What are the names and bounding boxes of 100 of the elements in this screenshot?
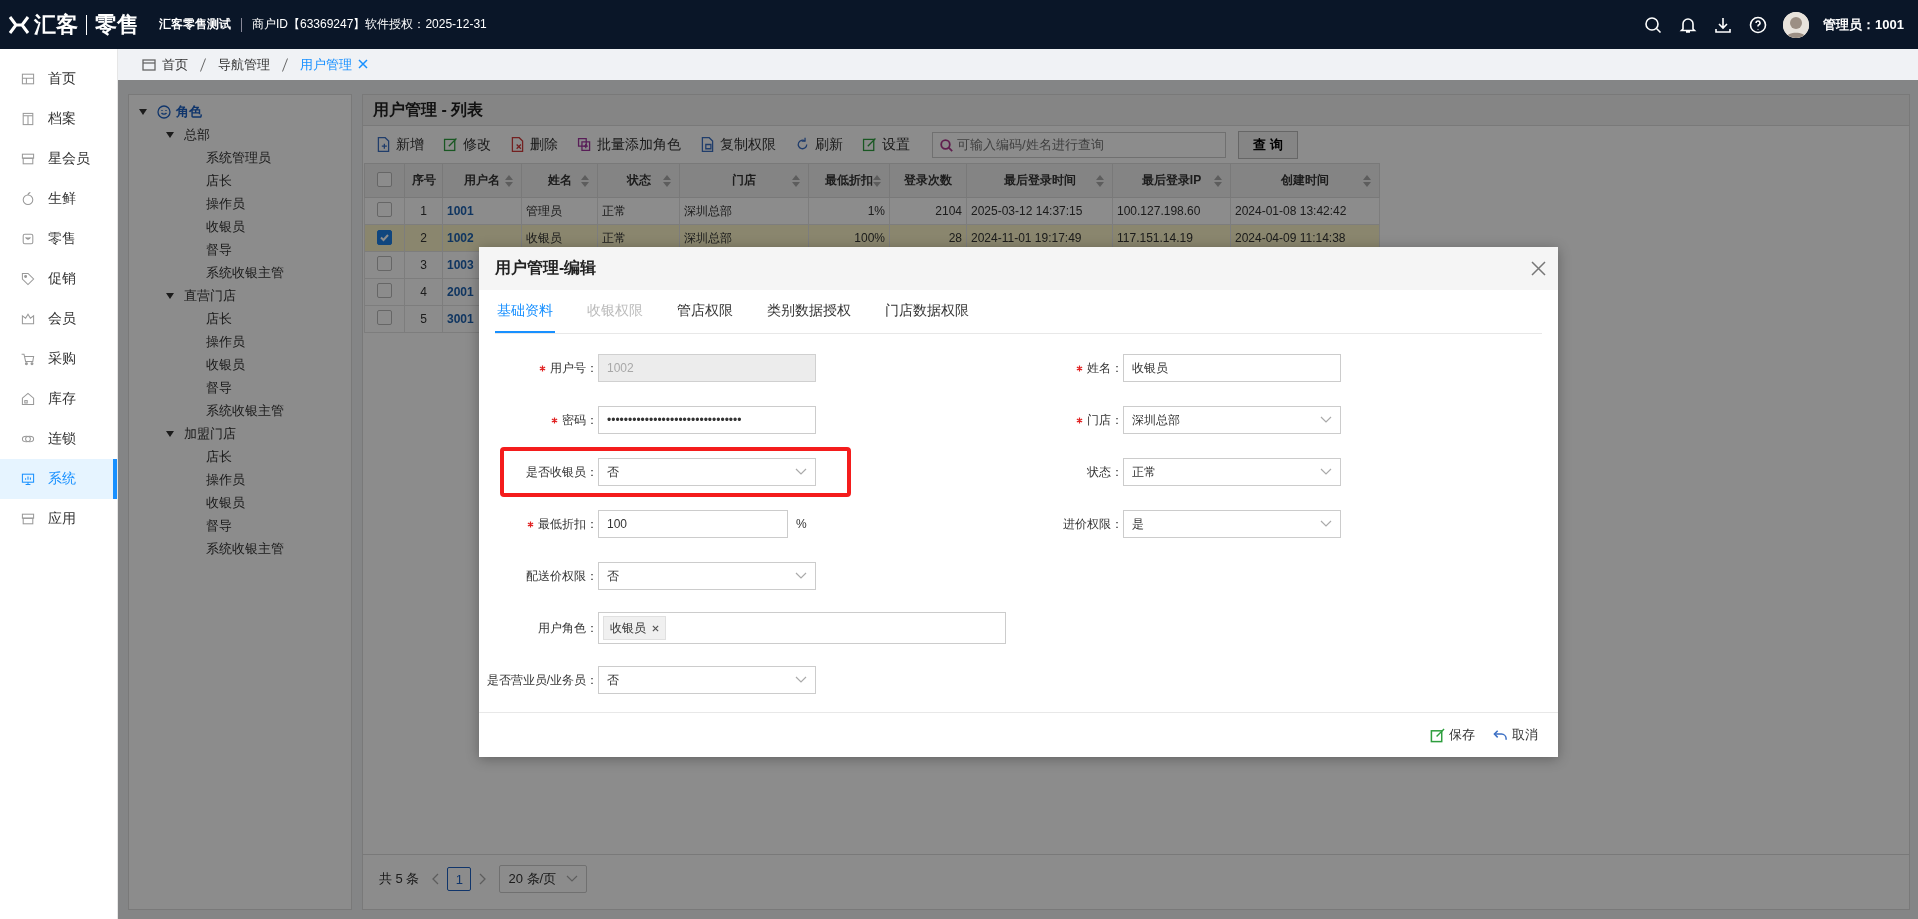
sort-icon[interactable] <box>505 175 513 187</box>
column-header[interactable]: 最后登录时间 <box>1003 173 1076 187</box>
sidebar-item[interactable]: 库存 <box>0 379 117 419</box>
user-link[interactable]: 3001 <box>447 312 474 326</box>
column-header[interactable]: 状态 <box>626 173 651 187</box>
tree-item[interactable]: 督导 <box>206 378 232 397</box>
tree-item[interactable]: 店长 <box>206 309 232 328</box>
sort-icon[interactable] <box>1096 175 1104 187</box>
user-link[interactable]: 1001 <box>447 204 474 218</box>
tree-item[interactable]: 系统管理员 <box>206 148 271 167</box>
avatar-icon[interactable] <box>1783 11 1810 38</box>
checkbox[interactable] <box>377 310 392 325</box>
search-field[interactable]: 可输入编码/姓名进行查询 <box>932 131 1226 158</box>
sort-icon[interactable] <box>792 175 800 187</box>
sidebar-item[interactable]: 会员 <box>0 299 117 339</box>
toolbar-button[interactable]: 删除 <box>509 135 558 154</box>
checkbox[interactable] <box>377 230 392 245</box>
caret-icon[interactable] <box>166 131 174 138</box>
column-header[interactable]: 门店 <box>732 173 756 187</box>
checkbox[interactable] <box>377 283 392 298</box>
sidebar-item[interactable]: 零售 <box>0 219 117 259</box>
tree-item[interactable]: 系统收银主管 <box>206 263 284 282</box>
close-icon[interactable] <box>652 624 659 632</box>
sidebar-item[interactable]: 档案 <box>0 99 117 139</box>
tag-select-field[interactable]: 收银员 <box>598 612 1006 644</box>
sidebar-item[interactable]: 系统 <box>0 459 117 499</box>
select-field[interactable]: 是 <box>1123 510 1341 538</box>
close-icon[interactable] <box>358 58 368 69</box>
caret-icon[interactable] <box>139 108 147 115</box>
tree-item[interactable]: 店长 <box>206 171 232 190</box>
sort-icon[interactable] <box>1214 175 1222 187</box>
bell-icon[interactable] <box>1679 15 1698 34</box>
tree-item[interactable]: 收银员 <box>206 355 245 374</box>
toolbar-button[interactable]: 刷新 <box>794 135 843 154</box>
sidebar-item[interactable]: 应用 <box>0 499 117 539</box>
tab[interactable]: 基础资料 <box>495 290 555 333</box>
caret-icon[interactable] <box>166 292 174 299</box>
breadcrumb-link[interactable]: 首页 <box>162 55 188 74</box>
sort-icon[interactable] <box>581 175 589 187</box>
checkbox[interactable] <box>377 171 392 187</box>
tree-item[interactable]: 系统收银主管 <box>206 401 284 420</box>
sidebar-item[interactable]: 促销 <box>0 259 117 299</box>
tab[interactable]: 门店数据权限 <box>883 290 971 333</box>
tree-item[interactable]: 店长 <box>206 447 232 466</box>
select-field[interactable]: 否 <box>598 458 816 486</box>
tree-item[interactable]: 督导 <box>206 516 232 535</box>
toolbar-button[interactable]: 修改 <box>442 135 491 154</box>
tree-item[interactable]: 收银员 <box>206 493 245 512</box>
chevron-right-icon[interactable] <box>479 873 488 885</box>
breadcrumb-link[interactable]: 用户管理 <box>300 55 368 74</box>
column-header[interactable]: 姓名 <box>547 173 572 187</box>
download-icon[interactable] <box>1714 15 1733 34</box>
tree-item[interactable]: 收银员 <box>206 217 245 236</box>
toolbar-button[interactable]: 新增 <box>375 135 424 154</box>
user-link[interactable]: 1002 <box>447 231 474 245</box>
help-icon[interactable] <box>1749 15 1768 34</box>
sidebar-item[interactable]: 首页 <box>0 59 117 99</box>
toolbar-button[interactable]: 复制权限 <box>699 135 776 154</box>
user-name[interactable]: 管理员：1001 <box>1823 15 1904 34</box>
chevron-left-icon[interactable] <box>431 873 440 885</box>
checkbox[interactable] <box>377 202 392 217</box>
checkbox[interactable] <box>377 256 392 271</box>
query-button[interactable]: 查 询 <box>1238 130 1298 159</box>
save-button[interactable]: 保存 <box>1430 726 1475 744</box>
user-link[interactable]: 1003 <box>447 258 474 272</box>
page-number[interactable]: 1 <box>447 867 472 891</box>
tab[interactable]: 类别数据授权 <box>765 290 853 333</box>
caret-icon[interactable] <box>166 430 174 437</box>
cancel-button[interactable]: 取消 <box>1493 726 1538 744</box>
user-link[interactable]: 2001 <box>447 285 474 299</box>
tree-item[interactable]: 督导 <box>206 240 232 259</box>
tab[interactable]: 管店权限 <box>675 290 735 333</box>
tree-item[interactable]: 操作员 <box>206 194 245 213</box>
text-field[interactable]: •••••••••••••••••••••••••••••••• <box>598 406 816 434</box>
page-size-select[interactable]: 20 条/页 <box>499 865 588 893</box>
text-field[interactable]: 收银员 <box>1123 354 1341 382</box>
sort-icon[interactable] <box>663 175 671 187</box>
sidebar-item[interactable]: 星会员 <box>0 139 117 179</box>
close-icon[interactable] <box>1531 261 1546 276</box>
toolbar-button[interactable]: 设置 <box>861 135 910 154</box>
sidebar-item[interactable]: 生鲜 <box>0 179 117 219</box>
tree-item[interactable]: 操作员 <box>206 470 245 489</box>
tree-item[interactable]: 角色 <box>176 102 202 121</box>
sort-icon[interactable] <box>873 175 881 187</box>
tree-item[interactable]: 总部 <box>184 125 210 144</box>
toolbar-button[interactable]: 批量添加角色 <box>576 135 681 154</box>
column-header[interactable]: 创建时间 <box>1281 173 1329 187</box>
tree-item[interactable]: 加盟门店 <box>184 424 236 443</box>
tree-item[interactable]: 直营门店 <box>184 286 236 305</box>
select-field[interactable]: 否 <box>598 562 816 590</box>
select-field[interactable]: 正常 <box>1123 458 1341 486</box>
select-field[interactable]: 否 <box>598 666 816 694</box>
sort-icon[interactable] <box>1363 175 1371 187</box>
search-icon[interactable] <box>1644 15 1663 34</box>
breadcrumb-link[interactable]: 导航管理 <box>218 55 270 74</box>
sidebar-item[interactable]: 采购 <box>0 339 117 379</box>
sidebar-item[interactable]: 连锁 <box>0 419 117 459</box>
text-field[interactable]: 100 <box>598 510 788 538</box>
tree-item[interactable]: 操作员 <box>206 332 245 351</box>
select-field[interactable]: 深圳总部 <box>1123 406 1341 434</box>
